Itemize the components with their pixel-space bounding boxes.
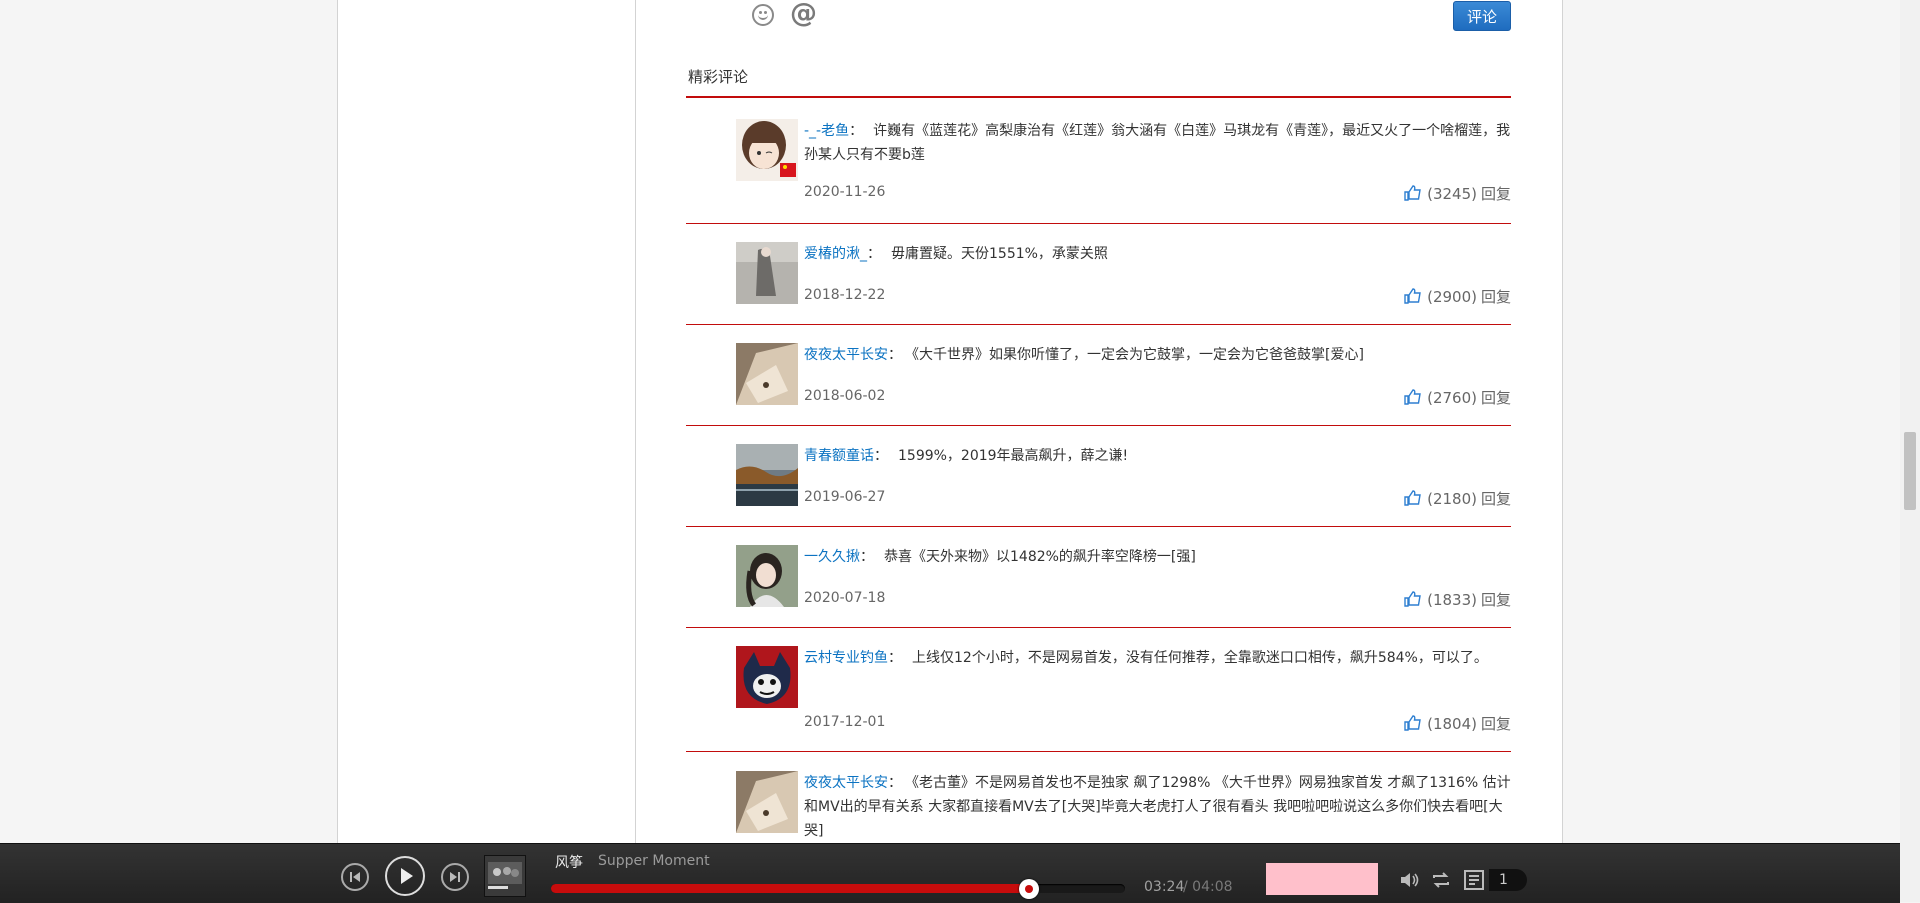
avatar[interactable] [736, 444, 798, 506]
comment-item: 夜夜太平长安： 《大千世界》如果你听懂了，一定会为它鼓掌，一定会为它爸爸鼓掌[爱心… [686, 343, 1511, 426]
like-count: (2760) [1427, 389, 1477, 407]
reply-link[interactable]: 回复 [1481, 389, 1511, 407]
volume-icon[interactable] [1398, 868, 1422, 892]
comment-content: 云村专业钓鱼： 上线仅12个小时，不是网易首发，没有任何推荐，全靠歌迷口口相传，飙… [804, 650, 1488, 666]
submit-comment-button[interactable]: 评论 [1453, 1, 1511, 31]
comment-username[interactable]: -_-老鱼 [804, 123, 849, 139]
progress-bar[interactable] [551, 879, 1125, 899]
comment-actions: (1833) 回复 [1404, 589, 1511, 610]
comment-username[interactable]: 云村专业钓鱼 [804, 650, 888, 666]
song-title[interactable]: 风筝 [555, 852, 583, 872]
avatar[interactable] [736, 771, 798, 833]
comment-text: 许巍有《蓝莲花》高梨康治有《红莲》翁大涵有《白莲》马琪龙有《青莲》，最近又火了一… [804, 123, 1511, 163]
comment-date: 2018-12-22 [804, 287, 886, 303]
avatar[interactable] [736, 545, 798, 607]
avatar[interactable] [736, 343, 798, 405]
comment-text: 毋庸置疑。天份1551%，承蒙关照 [891, 246, 1108, 262]
comment-username[interactable]: 爱椿的湫_ [804, 246, 867, 262]
comment-text: 《老古董》不是网易首发也不是独家 飙了1298% 《大千世界》网易独家首发 才飙… [804, 775, 1511, 839]
music-player-bar: 风筝 Supper Moment 03:24 / 04:08 1 [0, 843, 1900, 903]
comment-content: 夜夜太平长安： 《大千世界》如果你听懂了，一定会为它鼓掌，一定会为它爸爸鼓掌[爱心… [804, 347, 1364, 363]
next-track-button[interactable] [441, 863, 469, 891]
play-button[interactable] [385, 856, 425, 896]
comment-item: 云村专业钓鱼： 上线仅12个小时，不是网易首发，没有任何推荐，全靠歌迷口口相传，飙… [686, 646, 1511, 752]
thumbs-up-icon[interactable] [1404, 389, 1421, 405]
reply-link[interactable]: 回复 [1481, 715, 1511, 733]
comment-date: 2017-12-01 [804, 714, 886, 730]
comment-text: 上线仅12个小时，不是网易首发，没有任何推荐，全靠歌迷口口相传，飙升584%，可… [912, 650, 1488, 666]
comment-username[interactable]: 夜夜太平长安 [804, 347, 888, 363]
comment-username[interactable]: 夜夜太平长安 [804, 775, 888, 791]
section-divider [686, 96, 1511, 98]
comment-date: 2020-11-26 [804, 184, 886, 200]
song-artist[interactable]: Supper Moment [598, 853, 710, 869]
comment-text: 1599%，2019年最高飙升，薛之谦! [898, 448, 1129, 464]
playlist-count[interactable]: 1 [1489, 869, 1527, 891]
play-icon [401, 868, 413, 884]
at-mention-icon[interactable]: @ [790, 0, 817, 30]
comment-username[interactable]: 青春额童话 [804, 448, 874, 464]
comment-content: 爱椿的湫_： 毋庸置疑。天份1551%，承蒙关照 [804, 246, 1108, 262]
comment-item: -_-老鱼： 许巍有《蓝莲花》高梨康治有《红莲》翁大涵有《白莲》马琪龙有《青莲》，… [686, 119, 1511, 224]
playlist-icon[interactable] [1462, 868, 1488, 892]
like-count: (2180) [1427, 490, 1477, 508]
comment-text: 《大千世界》如果你听懂了，一定会为它鼓掌，一定会为它爸爸鼓掌[爱心] [912, 347, 1364, 363]
like-count: (3245) [1427, 185, 1477, 203]
comment-actions: (2900) 回复 [1404, 286, 1511, 307]
comment-content: 夜夜太平长安： 《老古董》不是网易首发也不是独家 飙了1298% 《大千世界》网易… [804, 775, 1511, 839]
scrollbar-thumb[interactable] [1904, 432, 1916, 510]
like-count: (2900) [1427, 288, 1477, 306]
thumbs-up-icon[interactable] [1404, 591, 1421, 607]
reply-link[interactable]: 回复 [1481, 591, 1511, 609]
loop-icon[interactable] [1429, 868, 1453, 892]
avatar[interactable] [736, 646, 798, 708]
reply-link[interactable]: 回复 [1481, 185, 1511, 203]
smiley-icon[interactable] [752, 4, 774, 26]
comment-actions: (3245) 回复 [1404, 183, 1511, 204]
thumbs-up-icon[interactable] [1404, 288, 1421, 304]
current-time: 03:24 [1144, 879, 1185, 895]
comment-content: -_-老鱼： 许巍有《蓝莲花》高梨康治有《红莲》翁大涵有《白莲》马琪龙有《青莲》，… [804, 123, 1511, 163]
comment-content: 青春额童话： 1599%，2019年最高飙升，薛之谦! [804, 448, 1129, 464]
like-count: (1804) [1427, 715, 1477, 733]
album-cover-thumbnail[interactable] [484, 855, 526, 897]
comment-date: 2018-06-02 [804, 388, 886, 404]
thumbs-up-icon[interactable] [1404, 185, 1421, 201]
comment-content: 一久久揪： 恭喜《天外来物》以1482%的飙升率空降榜一[强] [804, 549, 1196, 565]
prev-icon [350, 872, 360, 882]
comment-date: 2020-07-18 [804, 590, 886, 606]
comment-actions: (1804) 回复 [1404, 713, 1511, 734]
next-icon [450, 872, 460, 882]
avatar[interactable] [736, 119, 798, 181]
hot-comments-title: 精彩评论 [688, 68, 749, 86]
comment-editor-toolbar: @ [752, 0, 1512, 36]
progress-handle[interactable] [1019, 879, 1040, 899]
thumbs-up-icon[interactable] [1404, 715, 1421, 731]
comment-text: 恭喜《天外来物》以1482%的飙升率空降榜一[强] [884, 549, 1196, 565]
comment-item: 青春额童话： 1599%，2019年最高飙升，薛之谦! 2019-06-27 (2… [686, 444, 1511, 527]
comment-username[interactable]: 一久久揪 [804, 549, 860, 565]
comment-date: 2019-06-27 [804, 489, 886, 505]
comment-item: 一久久揪： 恭喜《天外来物》以1482%的飙升率空降榜一[强] 2020-07-1… [686, 545, 1511, 628]
lyric-panel[interactable] [1266, 863, 1378, 895]
avatar[interactable] [736, 242, 798, 304]
like-count: (1833) [1427, 591, 1477, 609]
thumbs-up-icon[interactable] [1404, 490, 1421, 506]
comment-item: 爱椿的湫_： 毋庸置疑。天份1551%，承蒙关照 2018-12-22 (2900… [686, 242, 1511, 325]
comment-actions: (2180) 回复 [1404, 488, 1511, 509]
comment-actions: (2760) 回复 [1404, 387, 1511, 408]
previous-track-button[interactable] [341, 863, 369, 891]
page-scrollbar[interactable] [1900, 0, 1920, 902]
reply-link[interactable]: 回复 [1481, 490, 1511, 508]
progress-fill [551, 884, 1030, 893]
total-time: / 04:08 [1183, 879, 1233, 895]
reply-link[interactable]: 回复 [1481, 288, 1511, 306]
